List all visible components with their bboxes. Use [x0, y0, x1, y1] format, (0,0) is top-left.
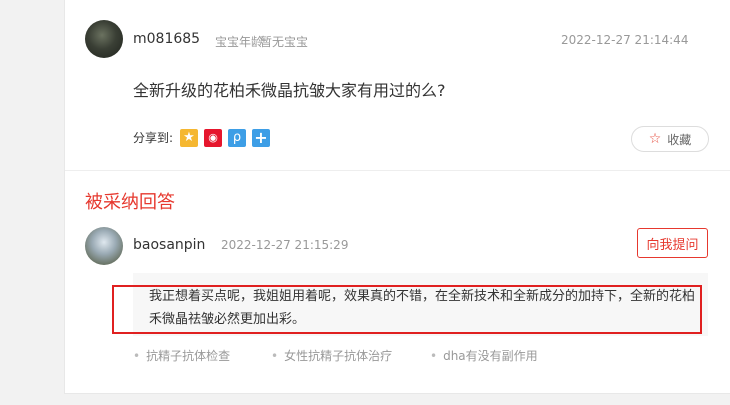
share-label: 分享到: [133, 131, 174, 145]
collect-label: 收藏 [667, 132, 692, 147]
answer-time: 2022-12-27 21:15:29 [221, 238, 349, 252]
question-time: 2022-12-27 21:14:44 [561, 33, 689, 47]
ask-me-button[interactable]: 向我提问 [637, 228, 708, 258]
qzone-icon[interactable]: ★ [180, 129, 198, 147]
question-card: m081685 宝宝年龄 暂无宝宝 2022-12-27 21:14:44 全新… [64, 0, 730, 394]
more-share-icon[interactable]: + [252, 129, 270, 147]
collect-button[interactable]: ☆ 收藏 [631, 126, 709, 152]
answerer-avatar[interactable] [85, 227, 123, 265]
related-tag[interactable]: 抗精子抗体检查 [133, 347, 230, 364]
adopted-answer-heading: 被采纳回答 [85, 192, 175, 213]
divider [65, 170, 730, 171]
weibo-icon[interactable]: ◉ [204, 129, 222, 147]
star-icon: ☆ [648, 131, 662, 147]
answerer-username[interactable]: baosanpin [133, 237, 205, 253]
answer-text: 我正想着买点呢，我姐姐用着呢，效果真的不错，在全新技术和全新成分的加持下，全新的… [149, 289, 696, 327]
asker-username[interactable]: m081685 [133, 31, 200, 47]
tencent-weibo-icon[interactable]: ρ [228, 129, 246, 147]
related-tag[interactable]: 女性抗精子抗体治疗 [271, 347, 392, 364]
question-title: 全新升级的花柏禾微晶抗皱大家有用过的么? [133, 81, 446, 100]
baby-status: 暂无宝宝 [260, 35, 309, 49]
baby-age-label: 宝宝年龄 [215, 35, 264, 49]
related-tag[interactable]: dha有没有副作用 [430, 347, 538, 364]
asker-avatar[interactable] [85, 20, 123, 58]
